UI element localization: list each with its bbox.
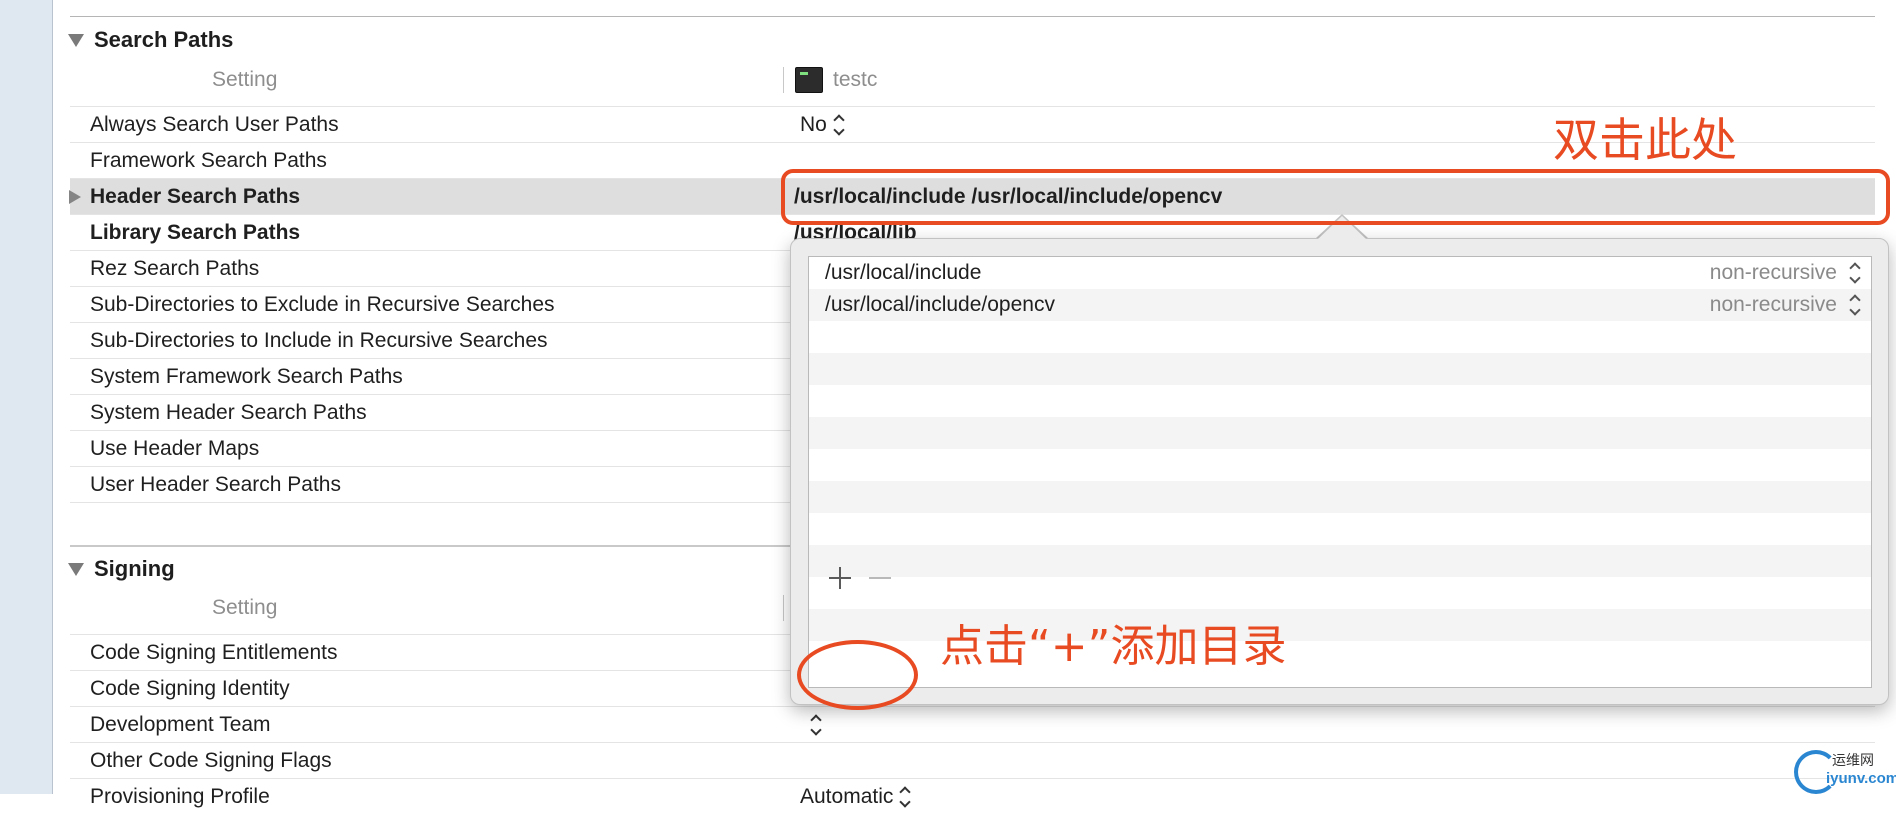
setting-name: System Framework Search Paths <box>90 365 403 388</box>
popup-stepper-icon <box>1849 295 1861 315</box>
path-entry[interactable]: /usr/local/include <box>825 257 981 289</box>
setting-name: Rez Search Paths <box>90 257 260 280</box>
column-header-label: Setting <box>212 596 278 619</box>
highlight-box-header-search-paths <box>781 169 1890 225</box>
popup-stepper-icon <box>899 787 911 807</box>
setting-name: Always Search User Paths <box>90 113 339 136</box>
setting-name: User Header Search Paths <box>90 473 341 496</box>
popup-stepper-icon <box>833 115 845 135</box>
column-header-label: testc <box>833 68 878 91</box>
column-header-target: testc <box>795 62 877 98</box>
recursion-mode-popup[interactable]: non-recursive <box>1710 257 1861 289</box>
path-list-item[interactable]: /usr/local/include non-recursive <box>809 257 1871 289</box>
annotation-double-click-here: 双击此处 <box>1553 113 1737 167</box>
setting-name: Framework Search Paths <box>90 149 327 172</box>
column-divider <box>783 595 784 621</box>
remove-path-button[interactable] <box>867 565 893 591</box>
recursion-mode-label: non-recursive <box>1709 261 1837 284</box>
site-watermark: 运维网 iyunv.com <box>1792 748 1896 794</box>
add-path-button[interactable] <box>827 565 853 591</box>
setting-value: Automatic <box>800 785 894 808</box>
popup-stepper-icon <box>810 715 822 735</box>
setting-row-development-team[interactable]: Development Team <box>70 706 1875 743</box>
path-list-empty-row[interactable] <box>809 449 1871 481</box>
recursion-mode-label: non-recursive <box>1709 293 1837 316</box>
highlight-ellipse-add-button <box>797 640 918 710</box>
search-paths-section-header[interactable]: Search Paths <box>68 25 233 55</box>
section-divider <box>70 16 1875 17</box>
setting-name: Other Code Signing Flags <box>90 749 332 772</box>
setting-name: Sub-Directories to Exclude in Recursive … <box>90 293 555 316</box>
path-list-item[interactable]: /usr/local/include/opencv non-recursive <box>809 289 1871 321</box>
terminal-target-icon <box>795 67 823 93</box>
column-header-setting: Setting <box>212 62 277 98</box>
path-list-empty-row[interactable] <box>809 577 1871 609</box>
watermark-cn: 运维网 <box>1832 752 1874 768</box>
path-list-empty-row[interactable] <box>809 353 1871 385</box>
column-divider <box>783 67 784 93</box>
disclosure-triangle-icon[interactable] <box>69 190 81 204</box>
setting-name: Library Search Paths <box>90 221 301 244</box>
setting-name: Provisioning Profile <box>90 785 270 808</box>
column-header-setting: Setting <box>212 590 277 626</box>
disclosure-triangle-icon[interactable] <box>68 33 84 47</box>
setting-value: No <box>800 113 827 136</box>
setting-name: Use Header Maps <box>90 437 260 460</box>
watermark-en: iyunv.com <box>1826 770 1896 787</box>
recursion-mode-popup[interactable]: non-recursive <box>1710 289 1861 321</box>
setting-name: System Header Search Paths <box>90 401 367 424</box>
path-entry[interactable]: /usr/local/include/opencv <box>825 289 1055 321</box>
setting-name: Header Search Paths <box>90 185 301 208</box>
path-list-empty-row[interactable] <box>809 513 1871 545</box>
popup-stepper-icon <box>1849 263 1861 283</box>
column-header-label: Setting <box>212 68 278 91</box>
setting-name: Sub-Directories to Include in Recursive … <box>90 329 548 352</box>
path-list-empty-row[interactable] <box>809 417 1871 449</box>
section-title: Search Paths <box>94 27 234 52</box>
path-list-empty-row[interactable] <box>809 481 1871 513</box>
setting-name: Development Team <box>90 713 271 736</box>
path-list-empty-row[interactable] <box>809 545 1871 577</box>
signing-section-header[interactable]: Signing <box>68 554 175 584</box>
path-list-empty-row[interactable] <box>809 385 1871 417</box>
setting-value-popup[interactable]: Automatic <box>800 779 911 815</box>
setting-name: Code Signing Entitlements <box>90 641 338 664</box>
setting-value-popup[interactable] <box>804 707 822 743</box>
navigator-edge <box>0 0 53 794</box>
section-title: Signing <box>94 556 175 581</box>
setting-value-popup[interactable]: No <box>800 107 845 143</box>
setting-row-other-code-signing-flags[interactable]: Other Code Signing Flags <box>70 742 1875 779</box>
annotation-click-plus: 点击“+”添加目录 <box>940 621 1287 672</box>
path-list-empty-row[interactable] <box>809 321 1871 353</box>
disclosure-triangle-icon[interactable] <box>68 562 84 576</box>
setting-row-provisioning-profile[interactable]: Provisioning Profile Automatic <box>70 778 1875 815</box>
setting-name: Code Signing Identity <box>90 677 290 700</box>
